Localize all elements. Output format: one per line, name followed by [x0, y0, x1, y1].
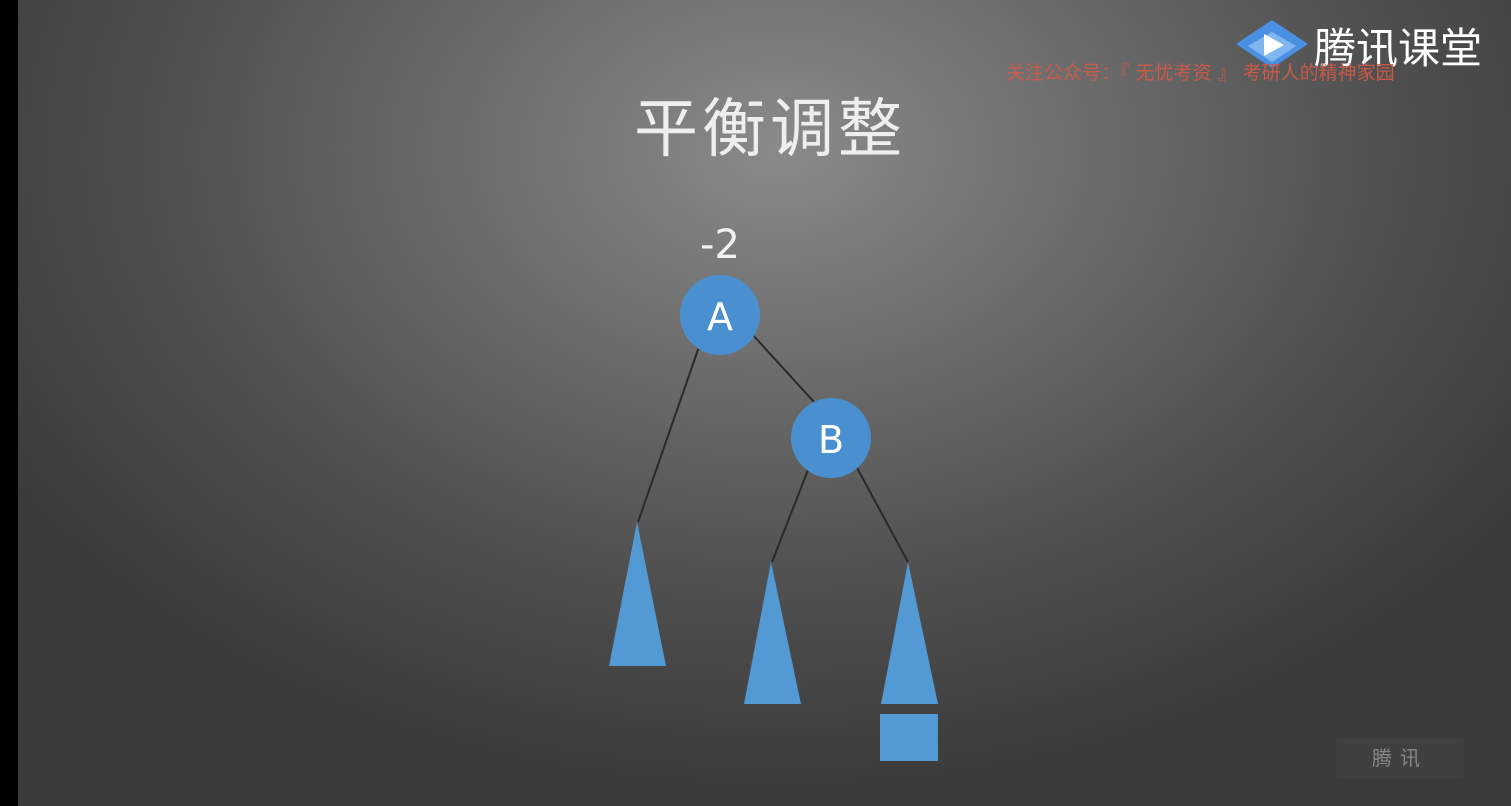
node-b-label: B	[818, 418, 844, 462]
player-watermark-badge: 腾讯	[1336, 738, 1464, 778]
subtree-a-left	[609, 522, 666, 666]
subtree-b-right	[881, 562, 938, 704]
edge-a-to-b	[751, 333, 815, 403]
balance-factor-label: -2	[700, 222, 740, 268]
subtree-b-left	[744, 562, 801, 704]
edge-b-to-right-subtree	[855, 465, 909, 563]
watermark-text: 关注公众号：『 无忧考资 』 考研人的精神家园	[1006, 62, 1395, 84]
edge-b-to-left-subtree	[771, 469, 809, 563]
edge-a-to-left-subtree	[637, 343, 701, 523]
tree-node-b: B	[791, 398, 871, 478]
tree-node-a: A	[680, 275, 760, 355]
screen: 平衡调整 -2 A B 腾讯课堂 关注公众号：『 无忧考资 』 考研人的精神家园…	[0, 0, 1511, 806]
inserted-node-block	[880, 714, 938, 761]
avl-tree-diagram: -2 A B	[609, 222, 938, 761]
node-a-label: A	[707, 295, 733, 339]
